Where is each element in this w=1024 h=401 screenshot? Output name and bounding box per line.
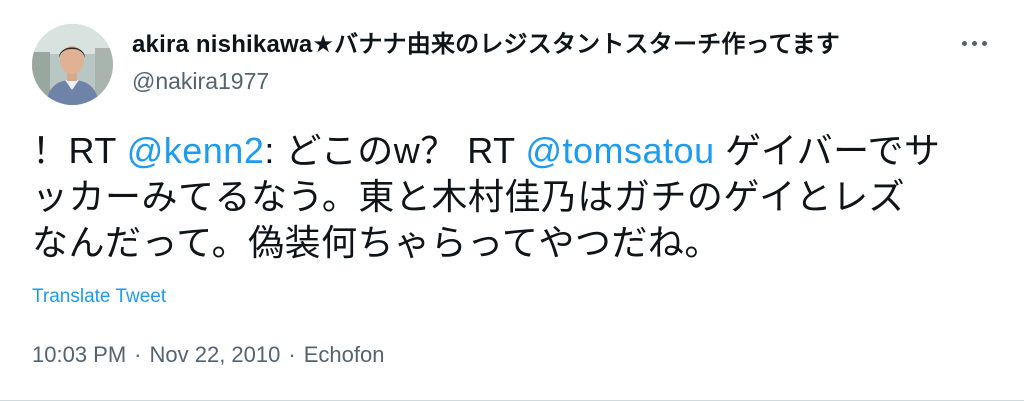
tweet-card: akira nishikawa★バナナ由来のレジスタントスターチ作ってます @n…: [0, 0, 1024, 401]
user-block: akira nishikawa★バナナ由来のレジスタントスターチ作ってます @n…: [132, 30, 912, 96]
translate-tweet-link[interactable]: Translate Tweet: [32, 284, 166, 310]
tweet-text-line-2: ッカーみてるなう。東と木村佳乃はガチのゲイとレズ: [32, 176, 906, 217]
more-horizontal-icon: [981, 40, 987, 46]
tweet-text: ！RT @kenn2: どこのw？ RT @tomsatou ゲイバーでサ ッカ…: [32, 128, 992, 266]
avatar-photo: [32, 24, 113, 105]
tweet-text-suffix: ゲイバーでサ: [714, 130, 941, 171]
tweet-text-middle: : どこのw？ RT: [264, 130, 526, 171]
meta-separator: ·: [134, 342, 142, 367]
tweet-source[interactable]: Echofon: [304, 342, 385, 367]
tweet-time[interactable]: 10:03 PM: [32, 342, 126, 367]
tweet-date[interactable]: Nov 22, 2010: [150, 342, 281, 367]
tweet-metadata: 10:03 PM · Nov 22, 2010 · Echofon: [32, 340, 384, 370]
meta-separator: ·: [288, 342, 296, 367]
more-horizontal-icon: [971, 40, 977, 46]
mention-link-tomsatou[interactable]: @tomsatou: [525, 130, 714, 171]
tweet-text-prefix: ！RT: [32, 130, 127, 171]
tweet-text-line-1: ！RT @kenn2: どこのw？ RT @tomsatou ゲイバーでサ: [32, 128, 992, 174]
avatar[interactable]: [32, 24, 113, 105]
display-name[interactable]: akira nishikawa★バナナ由来のレジスタントスターチ作ってます: [132, 30, 912, 60]
more-horizontal-icon: [961, 40, 967, 46]
mention-link-kenn2[interactable]: @kenn2: [127, 130, 265, 171]
more-options-button[interactable]: [954, 30, 994, 56]
user-handle[interactable]: @nakira1977: [132, 66, 912, 96]
tweet-text-line-3: なんだって。偽装何ちゃらってやつだね。: [32, 222, 721, 263]
